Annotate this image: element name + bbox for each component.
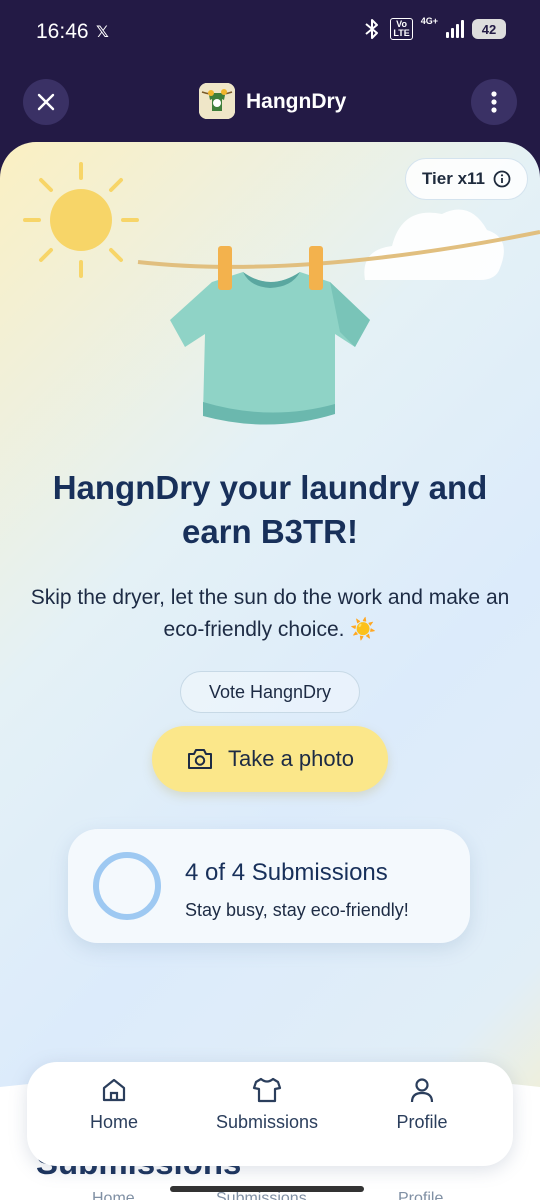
nav-item-profile[interactable]: Profile: [387, 1076, 457, 1133]
ghost-nav-home: Home: [92, 1190, 135, 1200]
battery-level: 42: [481, 21, 497, 37]
shirt-icon: [252, 1077, 282, 1103]
nav-label-submissions: Submissions: [215, 1112, 319, 1132]
nav-label-home: Home: [89, 1112, 138, 1132]
vote-button[interactable]: Vote HangnDry: [180, 671, 360, 713]
bluetooth-icon: [365, 19, 379, 39]
tier-chip[interactable]: Tier x11: [404, 158, 528, 200]
nav-item-submissions[interactable]: Submissions: [207, 1076, 327, 1133]
home-indicator[interactable]: [170, 1186, 364, 1192]
tier-label: Tier x11: [421, 169, 485, 188]
take-photo-label: Take a photo: [228, 746, 354, 771]
app-title: HangnDry: [246, 90, 347, 113]
page-headline: HangnDry your laundry and earn B3TR!: [52, 469, 488, 550]
take-photo-button[interactable]: Take a photo: [152, 726, 388, 792]
close-button[interactable]: [23, 79, 69, 125]
cloud-icon: [364, 209, 504, 280]
page-subtext: Skip the dryer, let the sun do the work …: [30, 586, 510, 641]
main-card: Tier x11 HangnDry your laundry and earn …: [0, 142, 540, 1200]
progress-title: 4 of 4 Submissions: [185, 859, 388, 886]
vote-button-label: Vote HangnDry: [208, 681, 332, 702]
more-options-button[interactable]: [471, 79, 517, 125]
nav-item-home[interactable]: Home: [79, 1076, 149, 1133]
signal-icon: [446, 20, 464, 38]
sun-icon: [23, 162, 139, 278]
network-type: 4G+: [420, 16, 438, 26]
user-icon: [410, 1078, 434, 1103]
ghost-nav-profile: Profile: [398, 1190, 444, 1200]
more-vertical-icon: [491, 91, 497, 113]
battery-icon: 42: [472, 19, 506, 39]
progress-subtitle: Stay busy, stay eco-friendly!: [185, 900, 409, 920]
app-header: HangnDry: [0, 64, 540, 144]
info-icon: [493, 170, 511, 188]
home-icon: [102, 1078, 126, 1102]
nav-label-profile: Profile: [396, 1112, 448, 1132]
shirt-illustration: [170, 272, 370, 425]
status-indicators: Vo LTE 4G+ 42: [362, 16, 506, 40]
status-time: 16:46: [36, 20, 89, 43]
volte-badge: Vo LTE: [390, 18, 413, 40]
bottom-navigation: Home Submissions Profile: [27, 1062, 513, 1166]
x-app-icon: 𝕏: [96, 24, 109, 41]
progress-ring: [93, 852, 161, 920]
submissions-progress-card: 4 of 4 Submissions Stay busy, stay eco-f…: [68, 829, 470, 943]
status-bar: 16:46 𝕏 Vo LTE 4G+ 42: [0, 0, 540, 64]
app-logo: [199, 83, 235, 119]
close-icon: [37, 93, 55, 111]
camera-icon: [188, 749, 212, 769]
